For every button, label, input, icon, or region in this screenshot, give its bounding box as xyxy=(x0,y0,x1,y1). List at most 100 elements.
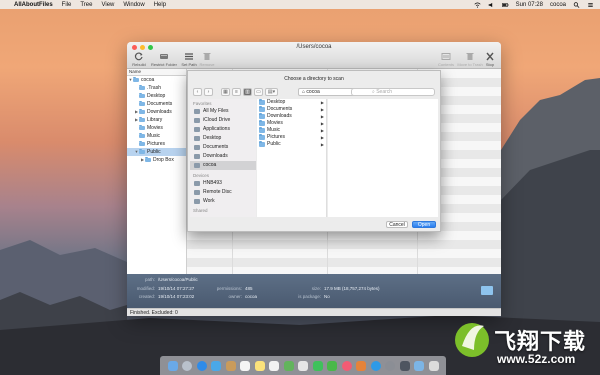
tree-item-documents[interactable]: Documents xyxy=(127,100,186,108)
sidebar-item-cocoa[interactable]: cocoa xyxy=(190,161,256,170)
remove-button[interactable]: Remove xyxy=(195,52,219,67)
rebuild-button[interactable]: Rebuild xyxy=(127,52,151,67)
folder-item-music[interactable]: Music ▶ xyxy=(257,127,326,134)
menubar-user[interactable]: cocoa xyxy=(550,2,566,8)
downloads-stack-icon[interactable] xyxy=(414,360,424,371)
package-value: No xyxy=(324,294,330,299)
folder-icon xyxy=(259,99,265,105)
calendar-icon[interactable] xyxy=(240,360,250,371)
tree-item-downloads[interactable]: ▶ Downloads xyxy=(127,108,186,116)
sidebar-item-desktop[interactable]: Desktop xyxy=(190,134,256,143)
forward-button[interactable]: › xyxy=(204,88,213,96)
sidebar-item-documents[interactable]: Documents xyxy=(190,143,256,152)
folder-tree: Name ▼ cocoa .Trash Desktop Documents ▶ Do… xyxy=(127,69,187,274)
search-field[interactable]: ⌕ Search xyxy=(351,88,435,96)
ibooks-icon[interactable] xyxy=(356,360,366,371)
reminders-icon[interactable] xyxy=(269,360,279,371)
launchpad-icon[interactable] xyxy=(182,360,192,371)
sidebar-item-all-my-files[interactable]: All My Files xyxy=(190,107,256,116)
facetime-icon[interactable] xyxy=(327,360,337,371)
menubar-clock[interactable]: Sun 07:28 xyxy=(516,2,543,8)
view-icons-icon[interactable]: ▦ xyxy=(221,88,230,96)
safari-icon[interactable] xyxy=(196,360,207,371)
contacts-icon[interactable] xyxy=(225,360,236,371)
maps-icon[interactable] xyxy=(283,360,294,371)
back-button[interactable]: ‹ xyxy=(193,88,202,96)
contents-button[interactable]: Contents xyxy=(433,52,459,67)
view-coverflow-icon[interactable]: ▭ xyxy=(254,88,263,96)
cancel-button[interactable]: Cancel xyxy=(386,221,408,228)
choose-directory-dialog: Choose a directory to scan ‹ › ▦ ≡ ▥ ▭ ▤… xyxy=(187,70,441,232)
app-icon[interactable] xyxy=(399,360,410,371)
tree-item-music[interactable]: Music xyxy=(127,132,186,140)
tree-item-trash[interactable]: .Trash xyxy=(127,84,186,92)
view-columns-icon[interactable]: ▥ xyxy=(243,88,252,96)
chevron-right-icon: ▶ xyxy=(320,135,324,140)
messages-icon[interactable] xyxy=(312,360,323,371)
finder-icon[interactable] xyxy=(167,360,178,371)
size-value: 17.9 MB (18,757,274 bytes) xyxy=(324,286,380,291)
trash-icon xyxy=(466,53,474,60)
menu-app[interactable]: AllAboutFiles xyxy=(14,2,53,8)
tree-item-public[interactable]: ▼ Public xyxy=(127,148,186,156)
sidebar-item-downloads[interactable]: Downloads xyxy=(190,152,256,161)
open-button[interactable]: Open xyxy=(412,221,436,228)
itunes-icon[interactable] xyxy=(341,360,352,371)
sidebar-item-remote-disc[interactable]: Remote Disc xyxy=(190,188,256,197)
system-preferences-icon[interactable] xyxy=(385,360,395,371)
sidebar-item-applications[interactable]: Applications xyxy=(190,125,256,134)
volume-icon[interactable] xyxy=(488,2,495,8)
tree-item-desktop[interactable]: Desktop xyxy=(127,92,186,100)
package-label: is package: xyxy=(298,294,321,299)
disc-icon xyxy=(194,190,200,195)
folder-item-downloads[interactable]: Downloads ▶ xyxy=(257,113,326,120)
menu-tree[interactable]: Tree xyxy=(80,2,92,8)
trash-icon[interactable] xyxy=(428,360,439,371)
folder-item-desktop[interactable]: Desktop ▶ xyxy=(257,99,326,106)
tree-item-pictures[interactable]: Pictures xyxy=(127,140,186,148)
menu-view[interactable]: View xyxy=(101,2,114,8)
folder-icon xyxy=(139,124,145,131)
battery-icon[interactable] xyxy=(501,2,509,8)
permissions-label: permissions: xyxy=(216,286,242,291)
trash-icon xyxy=(203,53,211,60)
sidebar-item-icloud-drive[interactable]: iCloud Drive xyxy=(190,116,256,125)
spotlight-icon[interactable] xyxy=(573,1,580,8)
folder-item-pictures[interactable]: Pictures ▶ xyxy=(257,134,326,141)
status-bar: Finished. Excluded: 0 xyxy=(127,308,501,316)
menu-file[interactable]: File xyxy=(62,2,72,8)
chevron-right-icon: ▶ xyxy=(320,114,324,119)
tree-item-library[interactable]: ▶ Library xyxy=(127,116,186,124)
app-store-icon[interactable] xyxy=(370,360,381,371)
desktop-icon xyxy=(194,136,200,141)
name-column-header[interactable]: Name xyxy=(127,69,186,76)
stop-button[interactable]: Stop xyxy=(479,52,501,67)
folder-icon xyxy=(259,106,265,112)
folder-item-public[interactable]: Public ▶ xyxy=(257,141,326,148)
folder-icon xyxy=(133,76,139,83)
arrange-menu-icon[interactable]: ▤▾ xyxy=(265,88,278,96)
view-list-icon[interactable]: ≡ xyxy=(232,88,241,96)
folder-icon xyxy=(259,141,265,147)
sidebar-item-work[interactable]: Work xyxy=(190,197,256,206)
wifi-icon[interactable] xyxy=(474,2,481,8)
folder-icon xyxy=(139,148,145,155)
notification-center-icon[interactable] xyxy=(587,2,594,8)
shared-header: Shared xyxy=(193,208,208,213)
menu-help[interactable]: Help xyxy=(154,2,166,8)
owner-value: cocoa xyxy=(245,294,258,299)
tree-item-drop-box[interactable]: ▶ Drop Box xyxy=(127,156,186,164)
tree-item-cocoa[interactable]: ▼ cocoa xyxy=(127,76,186,84)
photos-icon[interactable] xyxy=(298,360,308,371)
tree-item-movies[interactable]: Movies xyxy=(127,124,186,132)
folder-item-movies[interactable]: Movies ▶ xyxy=(257,120,326,127)
sidebar-item-hnb493[interactable]: HNB493 xyxy=(190,179,256,188)
folder-column: Desktop ▶ Documents ▶ Downloads ▶ Movies ▶ M… xyxy=(257,99,327,217)
mail-icon[interactable] xyxy=(211,360,221,371)
notes-icon[interactable] xyxy=(254,360,265,371)
restrict-folder-button[interactable]: Restrict Folder xyxy=(149,52,179,67)
folder-icon xyxy=(145,156,151,163)
folder-item-documents[interactable]: Documents ▶ xyxy=(257,106,326,113)
menu-window[interactable]: Window xyxy=(123,2,144,8)
modified-value: 19/10/14 07:27:27 xyxy=(158,286,195,291)
